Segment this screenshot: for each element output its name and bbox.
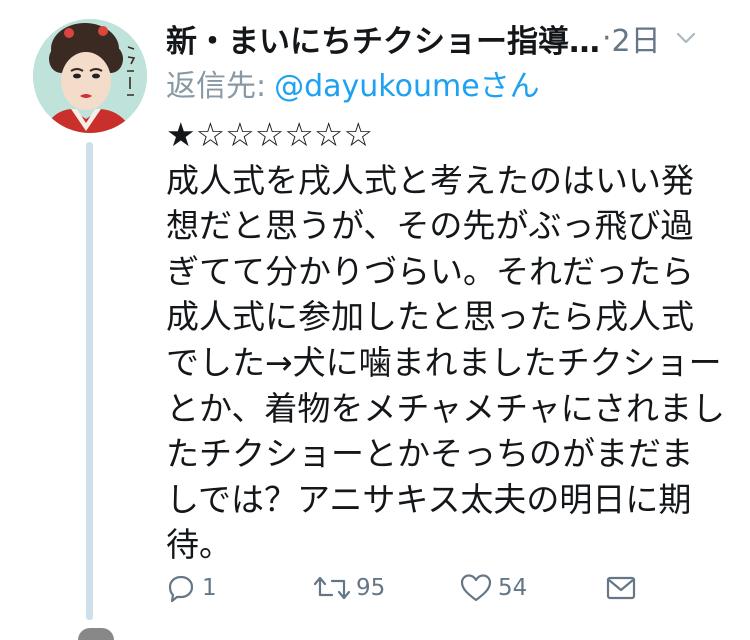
- reply-handle-link[interactable]: @dayukoumeさん: [274, 61, 540, 105]
- message-icon: [606, 576, 636, 600]
- thread-line: [86, 142, 93, 620]
- retweet-count: 95: [356, 575, 386, 601]
- tweet-text: ★☆☆☆☆☆☆ 成人式を戌人式と考えたのはいい発想だと思うが、その先がぶっ飛び過…: [166, 115, 726, 565]
- timestamp[interactable]: 2日: [612, 16, 661, 60]
- reply-to-line: 返信先: @dayukoumeさん: [166, 62, 540, 104]
- like-icon: [460, 574, 492, 602]
- reply-button[interactable]: 1: [164, 568, 217, 608]
- retweet-button[interactable]: 95: [312, 568, 385, 608]
- like-button[interactable]: 54: [458, 568, 527, 608]
- reply-prefix: 返信先:: [166, 69, 267, 104]
- tweet-actions: 1 95 54: [164, 568, 654, 608]
- reply-count: 1: [202, 575, 217, 601]
- separator-dot: ·: [602, 20, 612, 56]
- retweet-icon: [313, 576, 351, 600]
- reply-icon: [168, 575, 194, 603]
- like-count: 54: [498, 575, 528, 601]
- avatar-illustration: [33, 19, 147, 133]
- direct-message-button[interactable]: [604, 568, 638, 608]
- display-name[interactable]: 新・まいにちチクショー指導…: [166, 16, 600, 61]
- caret-down-icon[interactable]: [673, 25, 699, 51]
- avatar[interactable]: [33, 19, 147, 133]
- next-tweet-avatar[interactable]: [78, 628, 114, 640]
- tweet-header: 新・まいにちチクショー指導… · 2日: [166, 16, 726, 60]
